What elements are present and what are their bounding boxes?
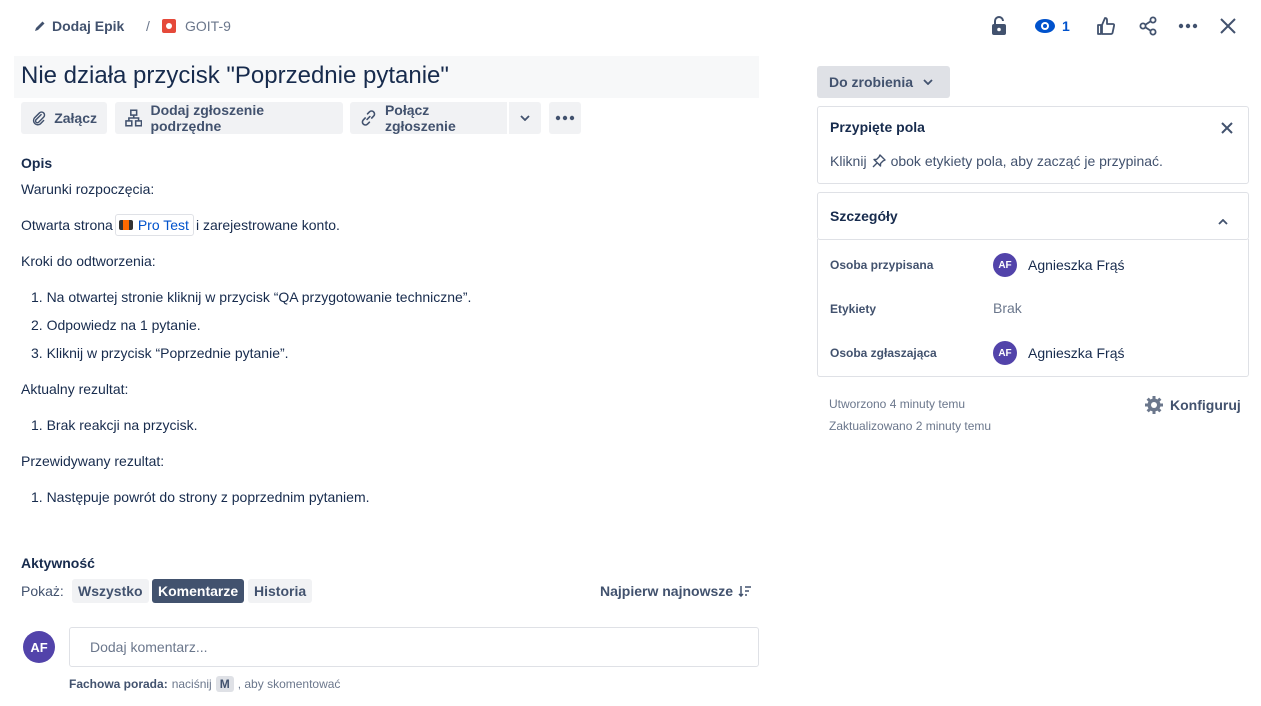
add-child-issue-button[interactable]: Dodaj zgłoszenie podrzędne	[115, 102, 343, 134]
created-timestamp: Utworzono 4 minuty temu	[829, 397, 966, 411]
assignee-field[interactable]: AF Agnieszka Frąś	[993, 253, 1124, 277]
pinned-fields-panel	[817, 106, 1249, 184]
list-item: 1. Na otwartej stronie kliknij w przycis…	[31, 289, 472, 305]
configure-button[interactable]: Konfiguruj	[1144, 395, 1241, 415]
more-options-icon	[555, 115, 575, 121]
avatar: AF	[993, 253, 1017, 277]
close-icon[interactable]	[1216, 14, 1240, 38]
paperclip-icon	[32, 111, 46, 126]
pro-test-link-label: Pro Test	[137, 217, 189, 233]
more-actions-button[interactable]	[549, 102, 581, 134]
labels-field[interactable]: Brak	[993, 300, 1022, 316]
pro-test-favicon	[118, 220, 133, 230]
show-label: Pokaż:	[21, 583, 64, 599]
reporter-label: Osoba zgłaszająca	[830, 346, 937, 360]
status-dropdown[interactable]: Do zrobienia	[817, 66, 950, 98]
link-issue-button[interactable]: Połącz zgłoszenie	[350, 102, 507, 134]
status-label: Do zrobienia	[829, 74, 914, 90]
preconditions-after: i zarejestrowane konto.	[195, 217, 340, 233]
pro-tip: Fachowa porada: naciśnij M , aby skoment…	[69, 676, 340, 692]
preconditions-before: Otwarta strona	[21, 217, 113, 233]
pro-tip-before: naciśnij	[171, 677, 212, 691]
preconditions-text: Otwarta strona Pro Test i zarejestrowane…	[21, 214, 340, 236]
list-item: 1. Brak reakcji na przycisk.	[31, 417, 198, 433]
issue-key-breadcrumb[interactable]: GOIT-9	[162, 16, 231, 36]
sort-order-button[interactable]: Najpierw najnowsze	[600, 583, 752, 599]
link-issue-label: Połącz zgłoszenie	[384, 102, 456, 134]
pro-test-link[interactable]: Pro Test	[114, 214, 194, 236]
description-heading: Opis	[21, 155, 53, 171]
share-icon[interactable]	[1136, 14, 1160, 38]
pinned-hint-after: obok etykiety pola, aby zacząć je przypi…	[890, 153, 1163, 169]
reporter-name: Agnieszka Frąś	[1028, 345, 1125, 361]
list-item: 2. Odpowiedz na 1 pytanie.	[31, 317, 201, 333]
pro-tip-label: Fachowa porada:	[69, 677, 168, 691]
pro-tip-after: , aby skomentować	[237, 677, 341, 691]
pinned-hint-before: Kliknij	[830, 153, 867, 169]
attach-button[interactable]: Załącz	[21, 102, 107, 134]
avatar: AF	[993, 341, 1017, 365]
pinned-fields-title: Przypięte pola	[830, 119, 925, 135]
activity-heading: Aktywność	[21, 555, 95, 571]
add-epic-label: Dodaj Epik	[52, 18, 125, 34]
watchers-count[interactable]: 1	[1062, 18, 1070, 34]
actual-heading: Aktualny rezultat:	[21, 381, 129, 397]
more-options-icon[interactable]	[1176, 14, 1200, 38]
add-child-issue-label: Dodaj zgłoszenie podrzędne	[150, 102, 265, 134]
steps-heading: Kroki do odtworzenia:	[21, 253, 156, 269]
comment-placeholder: Dodaj komentarz...	[90, 639, 208, 655]
comment-input[interactable]: Dodaj komentarz...	[69, 627, 759, 667]
assignee-label: Osoba przypisana	[830, 258, 934, 272]
breadcrumb-separator: /	[146, 18, 150, 34]
filter-comments-button[interactable]: Komentarze	[152, 579, 245, 603]
reporter-field[interactable]: AF Agnieszka Frąś	[993, 341, 1124, 365]
issue-header-bar: Dodaj Epik / GOIT-9 1	[0, 0, 1261, 52]
preconditions-heading: Warunki rozpoczęcia:	[21, 181, 155, 197]
assignee-name: Agnieszka Frąś	[1028, 257, 1125, 273]
close-icon[interactable]	[1221, 121, 1233, 137]
thumbs-up-icon[interactable]	[1094, 14, 1118, 38]
hierarchy-icon	[125, 109, 143, 127]
list-item: 3. Kliknij w przycisk “Poprzednie pytani…	[31, 345, 289, 361]
configure-label: Konfiguruj	[1170, 397, 1241, 413]
keyboard-shortcut-key: M	[215, 676, 234, 692]
expected-heading: Przewidywany rezultat:	[21, 453, 165, 469]
issue-title[interactable]: Nie działa przycisk "Poprzednie pytanie"	[14, 56, 759, 98]
updated-timestamp: Zaktualizowano 2 minuty temu	[829, 419, 992, 433]
watch-eye-icon[interactable]	[1033, 14, 1057, 38]
labels-label: Etykiety	[830, 302, 877, 316]
pinned-fields-hint: Kliknij obok etykiety pola, aby zacząć j…	[830, 153, 1163, 169]
link-icon	[361, 110, 376, 126]
link-issue-dropdown-button[interactable]	[509, 102, 541, 134]
lock-icon[interactable]	[987, 14, 1011, 38]
filter-all-button[interactable]: Wszystko	[72, 579, 149, 603]
gear-icon	[1145, 396, 1163, 414]
avatar: AF	[23, 631, 55, 663]
sort-order-label: Najpierw najnowsze	[600, 583, 734, 599]
filter-history-button[interactable]: Historia	[248, 579, 313, 603]
chevron-down-icon	[923, 79, 933, 85]
sort-icon	[738, 586, 752, 597]
pencil-icon	[35, 21, 45, 31]
issue-key: GOIT-9	[185, 18, 231, 34]
chevron-up-icon[interactable]	[1218, 212, 1228, 228]
details-title: Szczegóły	[830, 208, 898, 224]
list-item: 1. Następuje powrót do strony z poprzedn…	[31, 489, 370, 505]
pin-icon	[872, 154, 886, 168]
attach-label: Załącz	[54, 110, 97, 126]
bug-icon	[162, 19, 176, 33]
add-epic-breadcrumb[interactable]: Dodaj Epik	[34, 16, 124, 36]
chevron-down-icon	[520, 115, 530, 121]
